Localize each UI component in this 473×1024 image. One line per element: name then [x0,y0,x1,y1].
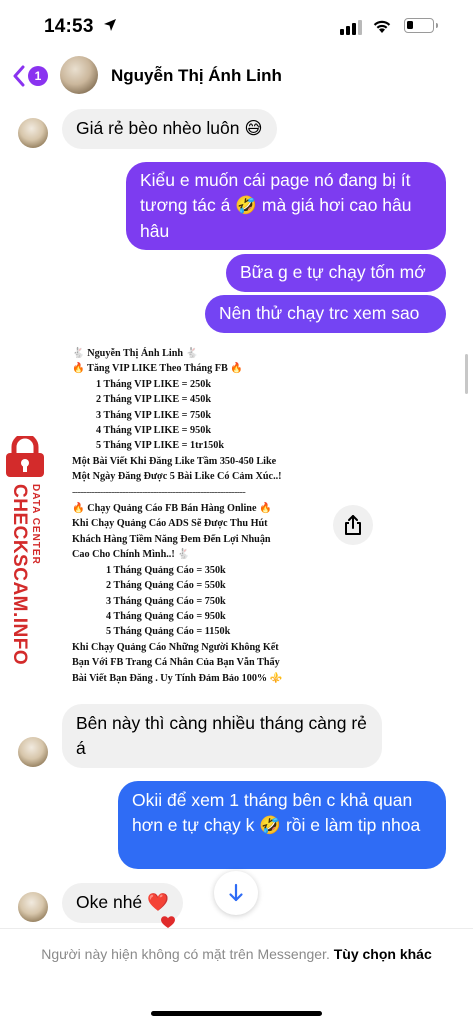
emoji: 🤣 [235,196,257,216]
chevron-left-icon [13,65,25,87]
more-options-link[interactable]: Tùy chọn khác [334,946,432,962]
message-bubble-outgoing[interactable]: Nên thử chạy trc xem sao [205,295,446,333]
promo-vip-plan: 5 Tháng VIP LIKE = 1tr150k [96,440,224,452]
promo-ads-plan: 3 Tháng Quảng Cáo = 750k [106,595,226,607]
message-bubble-outgoing[interactable]: Okii để xem 1 tháng bên c khả quan hơn e… [118,781,446,869]
promo-divider: ----------------------------------------… [72,486,246,498]
promo-ads-plan: 1 Tháng Quảng Cáo = 350k [106,564,226,576]
promo-title: 🐇 Nguyễn Thị Ánh Linh 🐇 [72,348,199,359]
promo-ads-desc: Cao Cho Chính Mình..! 🐇 [72,549,190,561]
scrollbar[interactable] [465,354,468,394]
promo-ads-heading: 🔥 Chạy Quảng Cáo FB Bán Hàng Online 🔥 [72,503,272,515]
heart-reaction-icon[interactable] [160,915,176,929]
promo-ads-footer: Bài Viết Bạn Đăng . Uy Tính Đảm Bảo 100%… [72,672,283,684]
contact-avatar[interactable] [60,56,98,94]
sender-avatar[interactable] [18,892,48,922]
message-text: Bữa g e tự chạy tốn mớ [240,262,426,282]
footer-notice: Người này hiện không có mặt trên Messeng… [41,946,330,962]
location-arrow-icon [104,19,116,31]
scroll-to-bottom-button[interactable] [214,871,258,915]
contact-name[interactable]: Nguyễn Thị Ánh Linh [111,66,282,86]
unread-count-badge: 1 [28,66,48,86]
promo-ads-plan: 5 Tháng Quảng Cáo = 1150k [106,626,231,638]
promo-vip-plan: 4 Tháng VIP LIKE = 950k [96,425,211,437]
watermark-brand: CHECKSCAM.INFO [9,484,30,666]
messenger-footer: Người này hiện không có mặt trên Messeng… [0,928,473,1024]
promo-vip-plan: 3 Tháng VIP LIKE = 750k [96,409,211,421]
emoji: 😅 [244,119,263,139]
message-text: Nên thử chạy trc xem sao [219,303,420,323]
sender-avatar[interactable] [18,737,48,767]
message-bubble-incoming[interactable]: Bên này thì càng nhiều tháng càng rẻ á [62,704,382,768]
wifi-icon [373,20,391,33]
promo-ads-desc: Khách Hàng Tiềm Năng Đem Đến Lợi Nhuận [72,533,271,545]
promo-ads-footer: Khi Chạy Quảng Cáo Những Người Không Kết [72,641,279,653]
home-indicator[interactable] [151,1011,322,1016]
promo-ads-plan: 4 Tháng Quảng Cáo = 950k [106,610,226,622]
emoji: 🤣 [259,816,282,836]
share-icon [345,515,361,535]
cellular-signal-icon [340,20,362,35]
back-button[interactable]: 1 [12,65,48,87]
message-bubble-incoming[interactable]: Giá rẻ bèo nhèo luôn 😅 [62,109,277,149]
promo-vip-plan: 1 Tháng VIP LIKE = 250k [96,378,211,390]
status-bar: 14:53 [0,0,473,52]
message-text: Bên này thì càng nhiều tháng càng rẻ á [76,713,367,758]
promo-vip-note: Một Bài Viết Khi Đăng Like Tầm 350-450 L… [72,455,277,467]
message-text: Oke nhé [76,892,143,912]
promo-ads-plan: 2 Tháng Quảng Cáo = 550k [106,580,226,592]
message-text: Giá rẻ bèo nhèo luôn [76,118,240,138]
message-bubble-outgoing[interactable]: Bữa g e tự chạy tốn mớ [226,254,446,292]
watermark: CHECKSCAM.INFO DATA CENTER [0,436,58,666]
chat-header: 1 Nguyễn Thị Ánh Linh [0,52,473,102]
message-text: rồi e làm tip nhoa [285,815,421,835]
footer-notice-line: Người này hiện không có mặt trên Messeng… [40,944,433,964]
battery-icon [404,18,438,33]
status-time: 14:53 [44,16,94,37]
promo-ads-desc: Khi Chạy Quảng Cáo ADS Sẽ Được Thu Hút [72,518,268,530]
share-button[interactable] [333,505,373,545]
shared-image[interactable]: 🐇 Nguyễn Thị Ánh Linh 🐇 🔥 Tăng VIP LIKE … [62,346,322,704]
promo-vip-heading: 🔥 Tăng VIP LIKE Theo Tháng FB 🔥 [72,363,243,375]
lock-icon [6,436,44,477]
watermark-sub: DATA CENTER [30,484,41,565]
promo-vip-plan: 2 Tháng VIP LIKE = 450k [96,394,211,406]
promo-ads-footer: Bạn Với FB Trang Cá Nhân Của Bạn Vẫn Thấ… [72,657,280,669]
arrow-down-icon [229,883,243,902]
message-bubble-outgoing[interactable]: Kiểu e muốn cái page nó đang bị ít tương… [126,162,446,250]
promo-vip-note: Một Ngày Đăng Được 5 Bài Like Có Cảm Xúc… [72,471,282,483]
sender-avatar[interactable] [18,118,48,148]
emoji: ❤️ [147,893,169,913]
